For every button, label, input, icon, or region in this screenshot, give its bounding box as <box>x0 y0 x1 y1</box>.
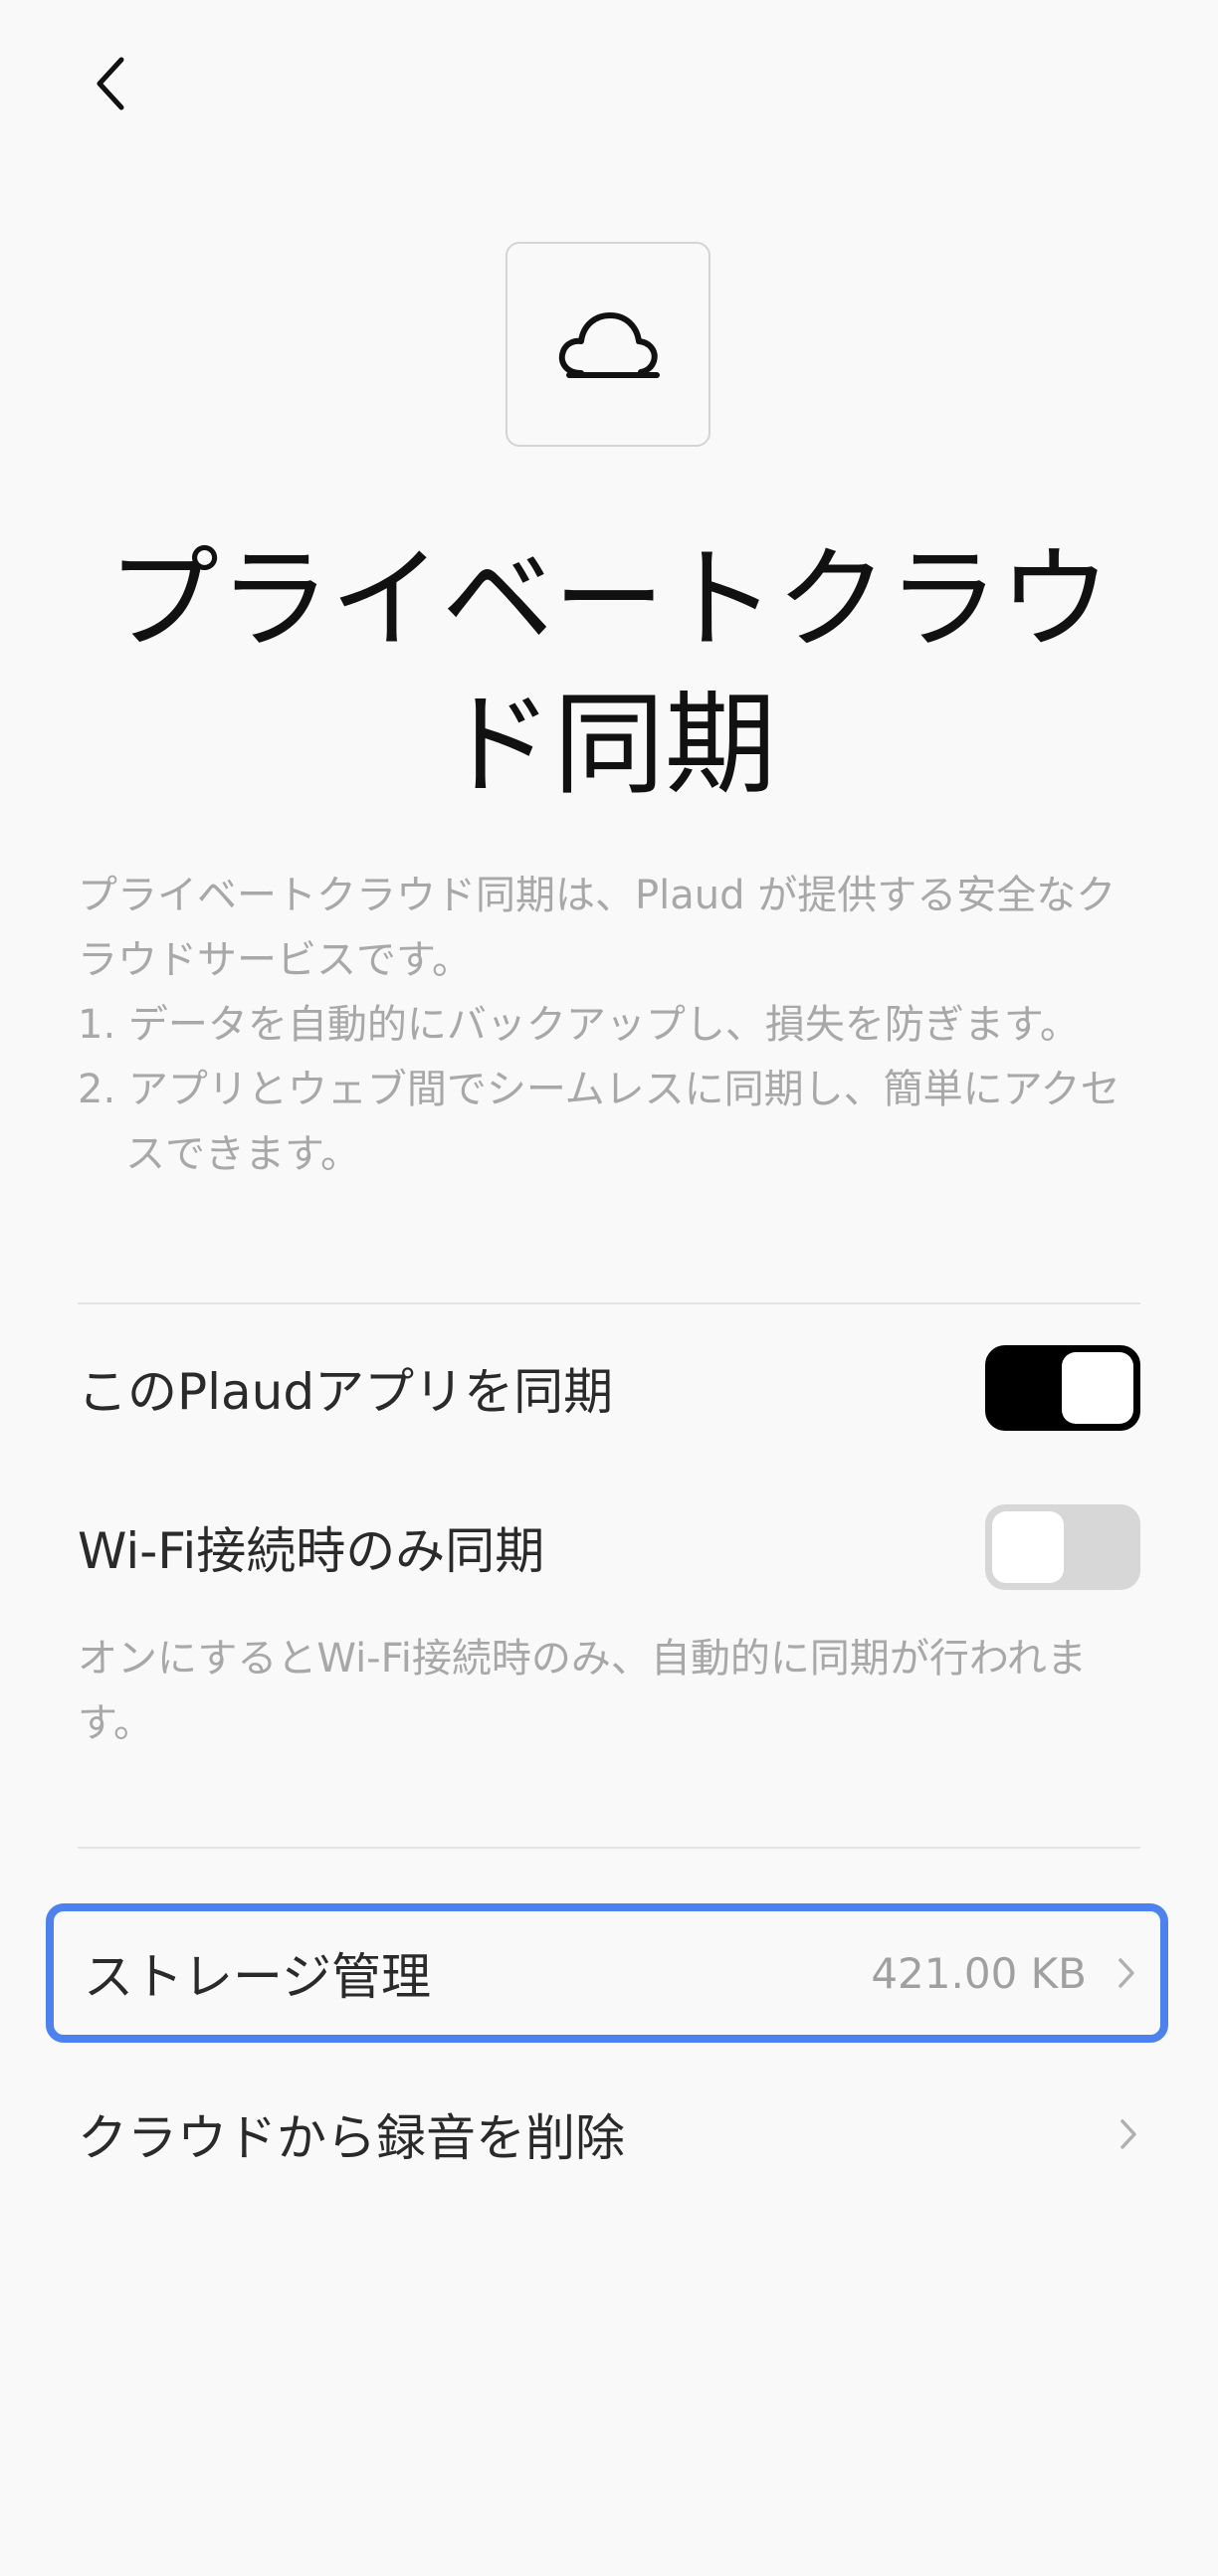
cloud-icon-container <box>506 242 710 447</box>
description-point-2: 2. アプリとウェブ間でシームレスに同期し、簡単にアクセスできます。 <box>78 1067 1120 1177</box>
sync-app-toggle[interactable] <box>985 1345 1140 1431</box>
cloud-icon <box>558 312 660 378</box>
storage-management-row[interactable]: ストレージ管理 421.00 KB <box>46 1903 1168 2043</box>
page-title: プライベートクラウド同期 <box>107 535 1111 810</box>
wifi-only-toggle[interactable] <box>985 1504 1140 1590</box>
divider <box>78 1847 1140 1849</box>
delete-recordings-row[interactable]: クラウドから録音を削除 <box>78 2075 1140 2194</box>
chevron-right-icon <box>1120 2119 1136 2149</box>
wifi-only-hint: オンにするとWi-Fi接続時のみ、自動的に同期が行われます。 <box>78 1636 1087 1746</box>
delete-recordings-label: クラウドから録音を削除 <box>78 2109 625 2167</box>
description-intro: プライベートクラウド同期は、Plaud が提供する安全なクラウドサービスです。 <box>78 873 1116 983</box>
storage-size-value: 421.00 KB <box>871 1948 1087 1998</box>
sync-app-label: このPlaudアプリを同期 <box>78 1363 614 1421</box>
toggle-knob <box>992 1511 1064 1583</box>
chevron-right-icon <box>1118 1958 1134 1988</box>
description-point-1: 1. データを自動的にバックアップし、損失を防ぎます。 <box>78 1002 1080 1048</box>
storage-management-label: ストレージ管理 <box>84 1948 431 2006</box>
toggle-knob <box>1062 1352 1133 1424</box>
sync-app-row: このPlaudアプリを同期 <box>78 1338 1140 1438</box>
divider <box>78 1302 1140 1304</box>
wifi-only-label: Wi-Fi接続時のみ同期 <box>78 1522 545 1580</box>
back-button[interactable] <box>70 44 149 123</box>
description: プライベートクラウド同期は、Plaud が提供する安全なクラウドサービスです。 … <box>78 864 1152 1187</box>
wifi-only-row: Wi-Fi接続時のみ同期 <box>78 1497 1140 1597</box>
chevron-left-icon <box>97 57 124 110</box>
